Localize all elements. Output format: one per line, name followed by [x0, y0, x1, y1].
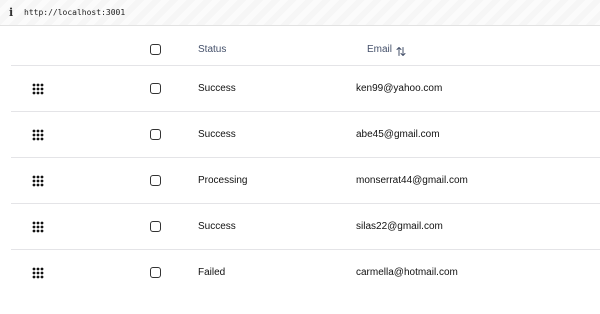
status-cell: Failed	[198, 267, 226, 278]
address-bar[interactable]: i http://localhost:3001	[0, 0, 600, 26]
table-row: Success ken99@yahoo.com	[11, 66, 600, 112]
status-cell: Processing	[198, 175, 248, 186]
email-cell: monserrat44@gmail.com	[356, 175, 468, 186]
email-cell: silas22@gmail.com	[356, 221, 443, 232]
status-column-header: Status	[198, 44, 227, 55]
row-checkbox[interactable]	[150, 129, 161, 140]
drag-handle-icon[interactable]	[32, 221, 44, 233]
email-cell: carmella@hotmail.com	[356, 267, 458, 278]
table-row: Success abe45@gmail.com	[11, 112, 600, 158]
table-row: Success silas22@gmail.com	[11, 204, 600, 250]
row-checkbox[interactable]	[150, 175, 161, 186]
data-table: Status Email Success ken99@yahoo.com Suc…	[11, 34, 600, 296]
table-header-row: Status Email	[11, 34, 600, 66]
drag-handle-icon[interactable]	[32, 83, 44, 95]
email-column-header[interactable]: Email	[367, 41, 392, 59]
drag-handle-icon[interactable]	[32, 175, 44, 187]
status-cell: Success	[198, 129, 236, 140]
table-row: Failed carmella@hotmail.com	[11, 250, 600, 296]
row-checkbox[interactable]	[150, 83, 161, 94]
email-cell: abe45@gmail.com	[356, 129, 440, 140]
email-cell: ken99@yahoo.com	[356, 83, 443, 94]
status-cell: Success	[198, 221, 236, 232]
select-all-checkbox[interactable]	[150, 44, 161, 55]
drag-handle-icon[interactable]	[32, 267, 44, 279]
status-cell: Success	[198, 83, 236, 94]
row-checkbox[interactable]	[150, 221, 161, 232]
info-icon[interactable]: i	[9, 6, 13, 20]
sort-arrows-icon[interactable]	[396, 44, 406, 56]
url-text[interactable]: http://localhost:3001	[24, 7, 125, 19]
row-checkbox[interactable]	[150, 267, 161, 278]
table-row: Processing monserrat44@gmail.com	[11, 158, 600, 204]
drag-handle-icon[interactable]	[32, 129, 44, 141]
